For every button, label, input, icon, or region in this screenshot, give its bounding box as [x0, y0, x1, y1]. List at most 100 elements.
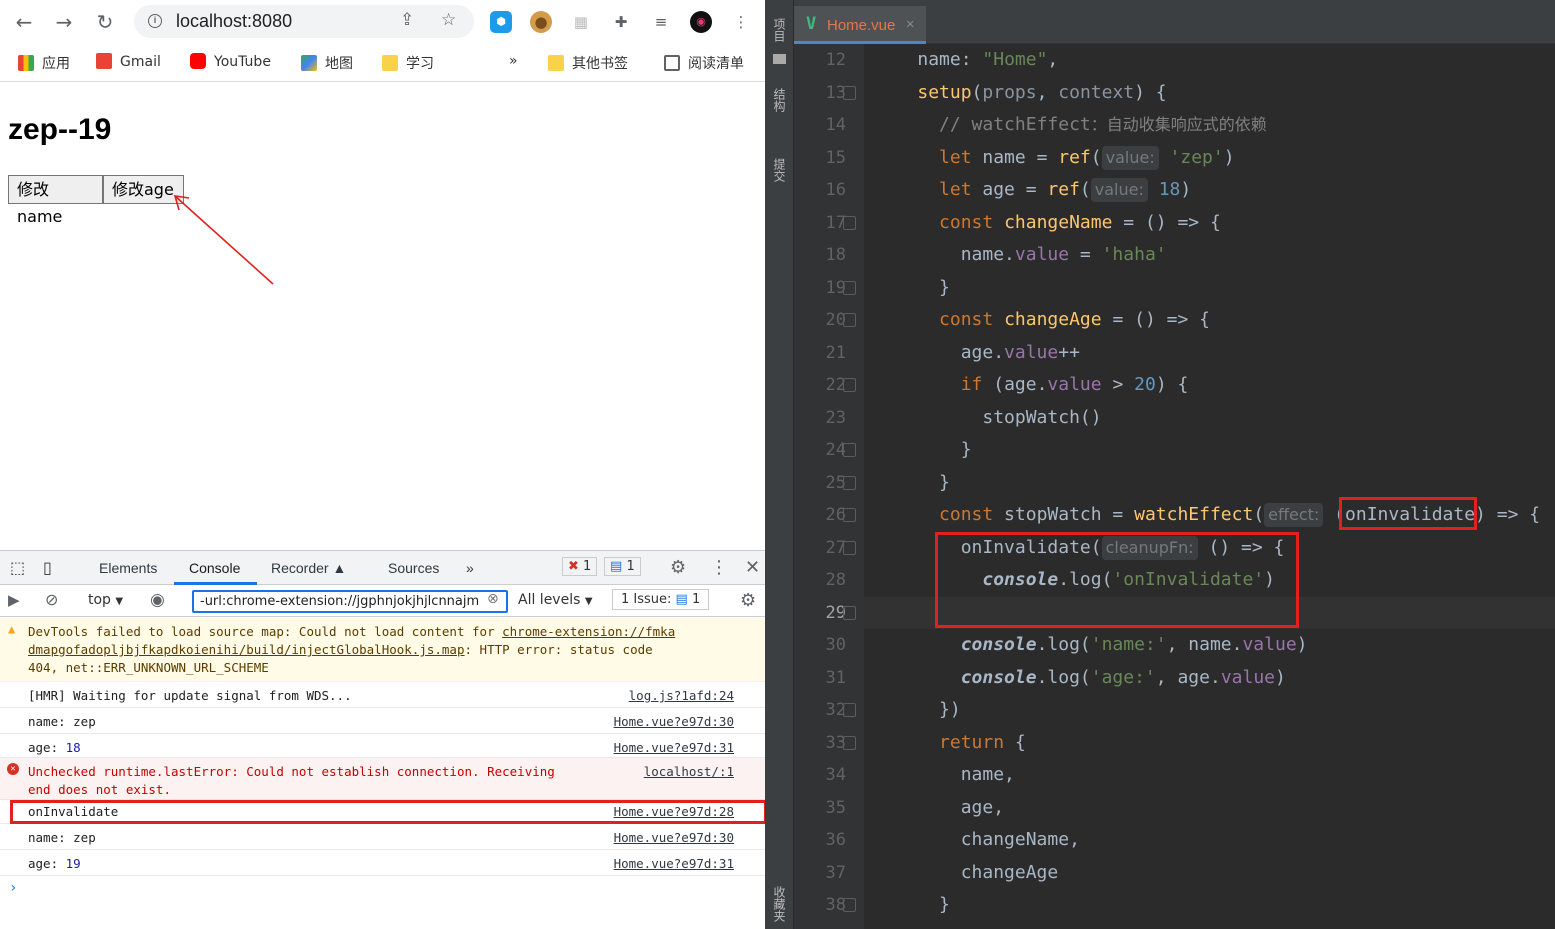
source-map-link[interactable]: chrome-extension://fmka: [502, 624, 675, 639]
structure-tool-tab[interactable]: 结构: [771, 88, 788, 112]
fold-marker-icon[interactable]: [843, 378, 856, 392]
close-tab-icon[interactable]: ✕: [906, 16, 914, 32]
source-link[interactable]: Home.vue?e97d:30: [614, 829, 734, 847]
bookmark-youtube[interactable]: YouTube: [190, 53, 271, 70]
code-line[interactable]: const changeAge = () => {: [874, 304, 1210, 336]
menu-dots-icon[interactable]: ⋮: [730, 11, 752, 33]
console-filter-input[interactable]: -url:chrome-extension://jgphnjokjhjlcnna…: [192, 590, 508, 613]
code-line[interactable]: if (age.value > 20) {: [874, 369, 1189, 401]
bookmark-folder-study[interactable]: 学习: [382, 53, 434, 73]
fold-marker-icon[interactable]: [843, 280, 856, 295]
source-link[interactable]: localhost/:1: [644, 763, 734, 781]
site-info-icon[interactable]: i: [148, 14, 162, 28]
change-age-button[interactable]: 修改age: [103, 175, 184, 204]
log-levels-dropdown[interactable]: All levels ▼: [518, 592, 593, 608]
clear-console-icon[interactable]: ⊘: [45, 590, 58, 609]
favorites-tool-tab[interactable]: 收藏夹: [771, 886, 788, 922]
reload-icon[interactable]: ↻: [91, 8, 119, 36]
console-settings-gear-icon[interactable]: ⚙: [740, 590, 756, 611]
code-line[interactable]: // watchEffect：自动收集响应式的依赖: [874, 109, 1267, 141]
tab-sources[interactable]: Sources: [388, 560, 439, 576]
fold-marker-icon[interactable]: [843, 508, 856, 522]
source-link[interactable]: Home.vue?e97d:28: [614, 803, 734, 821]
clear-filter-icon[interactable]: ⊗: [487, 591, 499, 607]
settings-gear-icon[interactable]: ⚙: [670, 557, 686, 578]
forward-icon[interactable]: →: [50, 8, 78, 36]
extension-hex-icon[interactable]: ⬢: [490, 11, 512, 33]
code-line[interactable]: onInvalidate(cleanupFn: () => {: [874, 532, 1284, 564]
tab-console[interactable]: Console: [189, 560, 240, 576]
fold-marker-icon[interactable]: [843, 313, 856, 327]
more-tabs-button[interactable]: »: [466, 560, 474, 576]
source-link[interactable]: Home.vue?e97d:30: [614, 713, 734, 731]
bookmark-apps[interactable]: 应用: [18, 53, 70, 73]
devtools-menu-icon[interactable]: ⋮: [710, 557, 728, 578]
bookmark-star-icon[interactable]: ☆: [441, 10, 456, 30]
code-line[interactable]: }: [874, 889, 950, 921]
code-line[interactable]: }): [874, 694, 961, 726]
error-count-badge[interactable]: ✖ 1: [562, 557, 598, 576]
code-line[interactable]: let name = ref(value: 'zep'): [874, 142, 1235, 174]
code-line[interactable]: const changeName = () => {: [874, 207, 1221, 239]
share-icon[interactable]: ⇪: [400, 10, 414, 30]
code-line[interactable]: name: "Home",: [874, 44, 1058, 76]
message-count-badge[interactable]: ▤ 1: [604, 557, 641, 576]
fold-marker-icon[interactable]: [843, 443, 856, 457]
live-expression-eye-icon[interactable]: ◉: [150, 590, 165, 610]
bookmark-gmail[interactable]: Gmail: [96, 53, 161, 70]
issues-button[interactable]: 1 Issue: ▤ 1: [612, 589, 710, 610]
code-line[interactable]: }: [874, 434, 972, 466]
code-line[interactable]: stopWatch(): [874, 402, 1101, 434]
code-line[interactable]: age.value++: [874, 337, 1080, 369]
code-line[interactable]: changeName,: [874, 824, 1080, 856]
code-line[interactable]: age,: [874, 792, 1004, 824]
code-line[interactable]: }: [874, 272, 950, 304]
code-line[interactable]: setup(props, context) {: [874, 77, 1166, 109]
close-devtools-icon[interactable]: ✕: [745, 557, 760, 578]
device-toolbar-icon[interactable]: ▯: [43, 558, 52, 577]
grid-extension-icon[interactable]: ▦: [570, 11, 592, 33]
reading-list-button[interactable]: 阅读清单: [664, 53, 744, 73]
code-line[interactable]: console.log('name:', name.value): [874, 629, 1308, 661]
fold-marker-icon[interactable]: [843, 540, 856, 555]
address-bar[interactable]: i localhost:8080 ⇪ ☆: [134, 5, 474, 38]
code-line[interactable]: name.value = 'haha': [874, 239, 1167, 271]
fold-marker-icon[interactable]: [843, 898, 856, 912]
extensions-puzzle-icon[interactable]: ✚: [610, 11, 632, 33]
source-link[interactable]: log.js?1afd:24: [629, 687, 734, 705]
code-line[interactable]: const stopWatch = watchEffect(effect: (o…: [874, 499, 1540, 531]
bookmark-folder-other[interactable]: 其他书签: [548, 53, 628, 73]
tab-elements[interactable]: Elements: [99, 560, 157, 576]
sidebar-toggle-icon[interactable]: ▶: [8, 591, 20, 609]
bookmarks-overflow-button[interactable]: »: [509, 53, 518, 69]
code-line[interactable]: name,: [874, 759, 1015, 791]
fold-marker-icon[interactable]: [843, 215, 856, 230]
profile-avatar[interactable]: ◉: [690, 11, 712, 33]
fold-marker-icon[interactable]: [843, 703, 856, 717]
inspect-element-icon[interactable]: ⬚: [10, 558, 25, 577]
code-line[interactable]: console.log('age:', age.value): [874, 662, 1286, 694]
back-icon[interactable]: ←: [10, 8, 38, 36]
code-line[interactable]: }: [874, 467, 950, 499]
fold-marker-icon[interactable]: [843, 735, 856, 750]
commit-tool-tab[interactable]: 提交: [771, 158, 788, 182]
media-control-icon[interactable]: ≡: [650, 11, 672, 33]
code-line[interactable]: let age = ref(value: 18): [874, 174, 1191, 206]
cookie-extension-icon[interactable]: ●: [530, 11, 552, 33]
context-selector[interactable]: top ▼: [88, 592, 123, 608]
source-map-link-cont[interactable]: dmapgofadopljbjfkapdkoienihi/build/injec…: [28, 642, 465, 657]
console-prompt[interactable]: ›: [9, 880, 17, 896]
source-link[interactable]: Home.vue?e97d:31: [614, 739, 734, 757]
tab-recorder[interactable]: Recorder ▲: [271, 560, 346, 576]
fold-marker-icon[interactable]: [843, 85, 856, 100]
source-link[interactable]: Home.vue?e97d:31: [614, 855, 734, 873]
editor-tab-home-vue[interactable]: V Home.vue ✕: [794, 6, 926, 44]
project-tool-tab[interactable]: 项目: [771, 18, 788, 42]
bookmark-maps[interactable]: 地图: [301, 53, 353, 73]
change-name-button[interactable]: 修改name: [8, 175, 103, 226]
fold-marker-icon[interactable]: [843, 475, 856, 490]
code-line[interactable]: changeAge: [874, 857, 1059, 889]
code-line[interactable]: console.log('onInvalidate'): [874, 564, 1275, 596]
code-line[interactable]: return {: [874, 727, 1026, 759]
fold-marker-icon[interactable]: [843, 605, 856, 620]
